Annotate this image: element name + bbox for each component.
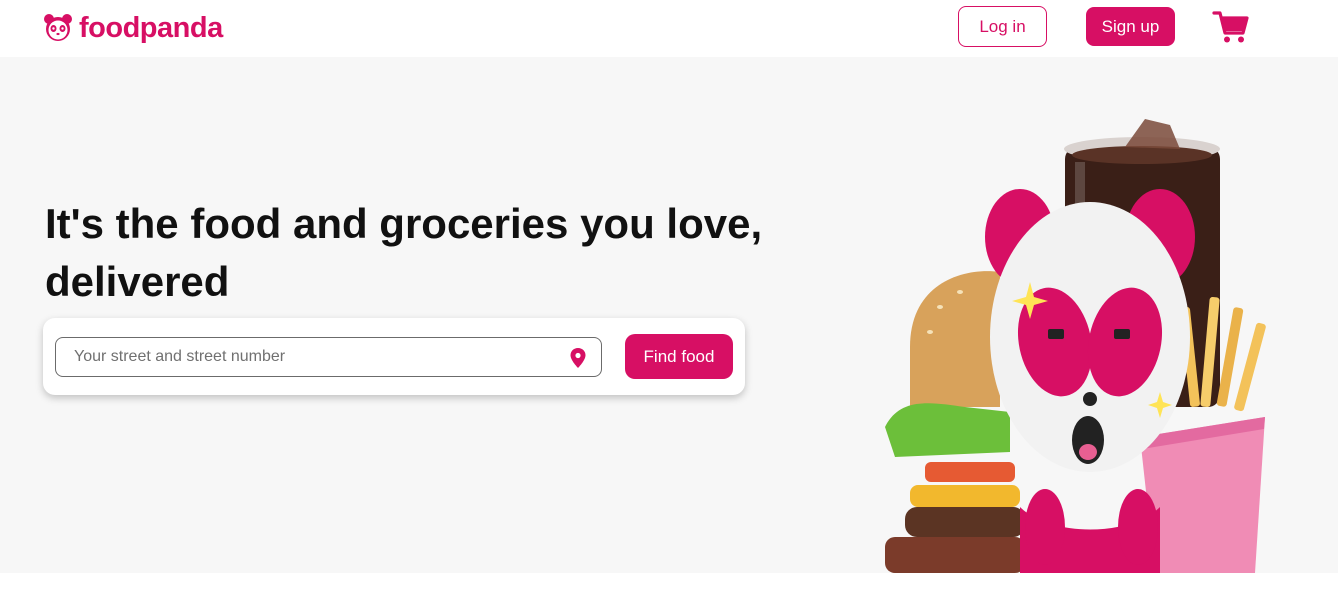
top-navigation-bar: foodpanda Log in Sign up [0,0,1338,57]
panda-icon [44,14,72,41]
location-pin-icon[interactable] [570,348,586,368]
cart-icon[interactable] [1212,9,1250,45]
brand-name: foodpanda [79,11,223,44]
address-search-card: Find food [43,318,745,395]
address-input-wrapper [55,337,602,377]
signup-button[interactable]: Sign up [1086,7,1175,46]
foodpanda-logo[interactable]: foodpanda [43,11,223,45]
hero-headline: It's the food and groceries you love, de… [45,200,763,305]
address-input[interactable] [57,339,557,375]
find-food-button[interactable]: Find food [625,334,733,379]
hero-section: It's the food and groceries you love, de… [0,57,1338,573]
hero-mascot-image [885,119,1266,573]
login-button[interactable]: Log in [958,6,1047,47]
